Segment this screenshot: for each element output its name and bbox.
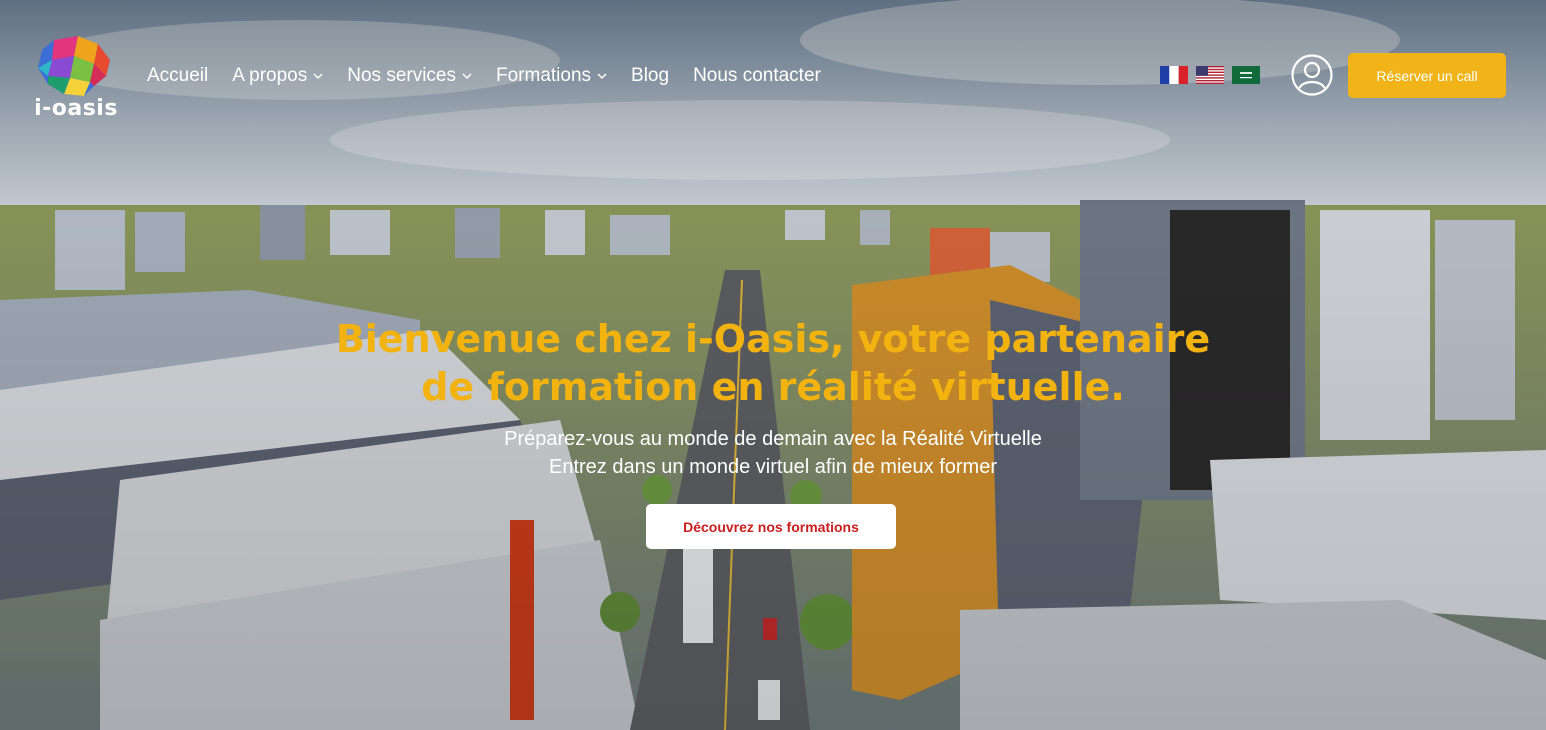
nav-item-a-propos[interactable]: A propos xyxy=(232,65,323,87)
language-switcher xyxy=(1160,66,1260,84)
nav-item-label: Nous contacter xyxy=(693,65,821,86)
book-call-button[interactable]: Réserver un call xyxy=(1348,53,1506,98)
nav-item-label: Blog xyxy=(631,65,670,86)
nav-item-blog[interactable]: Blog xyxy=(631,65,669,87)
discover-trainings-button[interactable]: Découvrez nos formations xyxy=(646,504,896,549)
fr-flag-icon[interactable] xyxy=(1160,66,1188,84)
nav-item-label: A propos xyxy=(232,65,308,86)
chevron-down-icon xyxy=(313,73,323,80)
hero-title: Bienvenue chez i-Oasis, votre partenaire… xyxy=(283,315,1263,411)
chevron-down-icon xyxy=(597,73,607,80)
us-flag-icon[interactable] xyxy=(1196,66,1224,84)
hero-subtitle-line: Préparez-vous au monde de demain avec la… xyxy=(504,428,1042,450)
nav-item-accueil[interactable]: Accueil xyxy=(147,65,208,87)
nav-item-label: Nos services xyxy=(347,65,456,86)
chevron-down-icon xyxy=(462,73,472,80)
logo-text: i-oasis xyxy=(34,96,118,121)
sa-flag-icon[interactable] xyxy=(1232,66,1260,84)
nav-item-formations[interactable]: Formations xyxy=(496,65,607,87)
site-header: i-oasis Accueil A propos Nos services Fo… xyxy=(0,0,1546,150)
hero-title-line: de formation en réalité virtuelle. xyxy=(421,365,1125,409)
hero-title-line: Bienvenue chez i-Oasis, votre partenaire xyxy=(335,317,1211,361)
main-nav: Accueil A propos Nos services Formations… xyxy=(147,62,821,90)
nav-item-label: Formations xyxy=(496,65,592,86)
logo[interactable]: i-oasis xyxy=(34,36,118,122)
nav-item-label: Accueil xyxy=(147,65,209,86)
nav-item-nous-contacter[interactable]: Nous contacter xyxy=(693,65,821,87)
user-account-icon[interactable] xyxy=(1291,54,1333,96)
hero-subtitle: Préparez-vous au monde de demain avec la… xyxy=(383,425,1163,481)
nav-item-nos-services[interactable]: Nos services xyxy=(347,65,472,87)
hero-subtitle-line: Entrez dans un monde virtuel afin de mie… xyxy=(549,456,997,478)
head-mosaic-logo-icon xyxy=(38,36,110,96)
